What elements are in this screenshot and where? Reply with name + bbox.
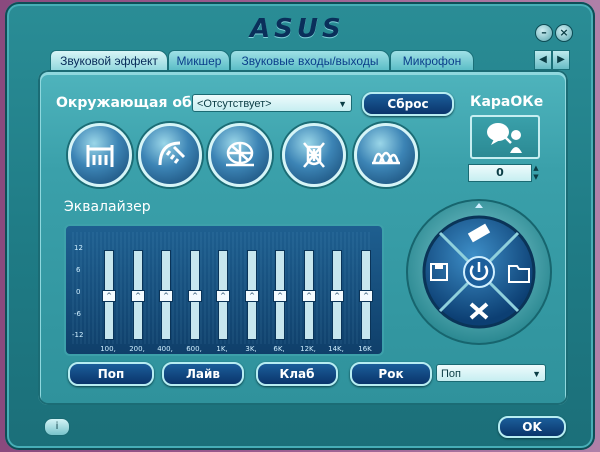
eq-scale-label: -12 xyxy=(72,331,84,339)
tab-sound-effect[interactable]: Звуковой эффект xyxy=(50,50,168,71)
shower-icon[interactable] xyxy=(138,123,202,187)
close-button[interactable]: × xyxy=(555,24,573,42)
chevron-down-icon: ▼ xyxy=(532,369,541,379)
eq-band-label: 14K, xyxy=(328,345,344,353)
eq-band-label: 16K xyxy=(358,345,372,353)
equalizer-panel: 12 6 0 -6 -12 ^ 100, ^ 200, ^ 400, ^ 600, ^ 1K, ^ 3… xyxy=(64,224,384,356)
eq-slider[interactable]: ^ xyxy=(302,250,316,340)
environment-select[interactable]: <Отсутствует> ▼ xyxy=(192,94,352,112)
tab-next-button[interactable]: ▶ xyxy=(552,50,570,70)
karaoke-key-value[interactable]: 0 xyxy=(468,164,532,182)
castle-icon[interactable] xyxy=(282,123,346,187)
chevron-down-icon: ▼ xyxy=(338,99,347,109)
eq-slider-knob[interactable]: ^ xyxy=(102,290,116,302)
stadium-icon[interactable] xyxy=(208,123,272,187)
eq-band-label: 100, xyxy=(100,345,116,353)
eq-slider-knob[interactable]: ^ xyxy=(359,290,373,302)
eq-slider-knob[interactable]: ^ xyxy=(159,290,173,302)
eq-slider[interactable]: ^ xyxy=(216,250,230,340)
eq-slider[interactable]: ^ xyxy=(245,250,259,340)
power-icon[interactable] xyxy=(463,256,495,288)
eq-slider-knob[interactable]: ^ xyxy=(302,290,316,302)
opera-house-icon[interactable] xyxy=(354,123,418,187)
environment-label: Окружающая обст xyxy=(56,95,192,111)
eq-scale-label: 12 xyxy=(74,244,83,252)
equalizer-grid: 12 6 0 -6 -12 ^ 100, ^ 200, ^ 400, ^ 600, ^ 1K, ^ 3… xyxy=(72,232,373,353)
eq-scale-label: -6 xyxy=(74,310,81,318)
eq-band-label: 400, xyxy=(157,345,173,353)
control-dial xyxy=(406,199,552,345)
eq-slider[interactable]: ^ xyxy=(131,250,145,340)
environment-select-value: <Отсутствует> xyxy=(197,98,272,110)
eq-slider[interactable]: ^ xyxy=(330,250,344,340)
eq-band-label: 12K, xyxy=(300,345,316,353)
eq-band-label: 200, xyxy=(129,345,145,353)
eq-preset-select-value: Поп xyxy=(441,368,461,380)
info-button[interactable]: i xyxy=(44,418,70,436)
eq-band-label: 3K, xyxy=(245,345,257,353)
eq-band-label: 1K, xyxy=(216,345,228,353)
eq-scale-label: 6 xyxy=(76,266,81,274)
ok-button[interactable]: OK xyxy=(498,416,566,438)
eq-slider[interactable]: ^ xyxy=(359,250,373,340)
eq-slider-knob[interactable]: ^ xyxy=(273,290,287,302)
spin-down-icon[interactable]: ▼ xyxy=(532,173,540,181)
eq-preset-club-button[interactable]: Клаб xyxy=(256,362,338,386)
minimize-button[interactable]: – xyxy=(535,24,553,42)
eq-scale-label: 0 xyxy=(76,288,81,296)
eq-slider[interactable]: ^ xyxy=(102,250,116,340)
reset-button[interactable]: Сброс xyxy=(362,92,454,116)
bathroom-icon[interactable] xyxy=(68,123,132,187)
equalizer-label: Эквалайзер xyxy=(64,199,151,215)
eq-preset-pop-button[interactable]: Поп xyxy=(68,362,154,386)
karaoke-label: КараОКе xyxy=(470,94,544,110)
eq-slider[interactable]: ^ xyxy=(159,250,173,340)
eq-slider-knob[interactable]: ^ xyxy=(330,290,344,302)
eq-band-label: 600, xyxy=(186,345,202,353)
eq-slider-knob[interactable]: ^ xyxy=(245,290,259,302)
eq-slider-knob[interactable]: ^ xyxy=(216,290,230,302)
tab-prev-button[interactable]: ◀ xyxy=(534,50,552,70)
eq-slider-knob[interactable]: ^ xyxy=(188,290,202,302)
karaoke-singer-icon[interactable] xyxy=(470,115,540,159)
eq-band-label: 6K, xyxy=(273,345,285,353)
spin-up-icon[interactable]: ▲ xyxy=(532,164,540,172)
eq-slider[interactable]: ^ xyxy=(188,250,202,340)
tab-mixer[interactable]: Микшер xyxy=(168,50,230,71)
asus-logo: ASUS xyxy=(250,14,345,44)
eq-preset-rock-button[interactable]: Рок xyxy=(350,362,432,386)
eq-preset-select[interactable]: Поп ▼ xyxy=(436,364,546,382)
tab-audio-io[interactable]: Звуковые входы/выходы xyxy=(230,50,390,71)
tab-microphone[interactable]: Микрофон xyxy=(390,50,474,71)
eq-slider-knob[interactable]: ^ xyxy=(131,290,145,302)
eq-slider[interactable]: ^ xyxy=(273,250,287,340)
eq-preset-live-button[interactable]: Лайв xyxy=(162,362,244,386)
